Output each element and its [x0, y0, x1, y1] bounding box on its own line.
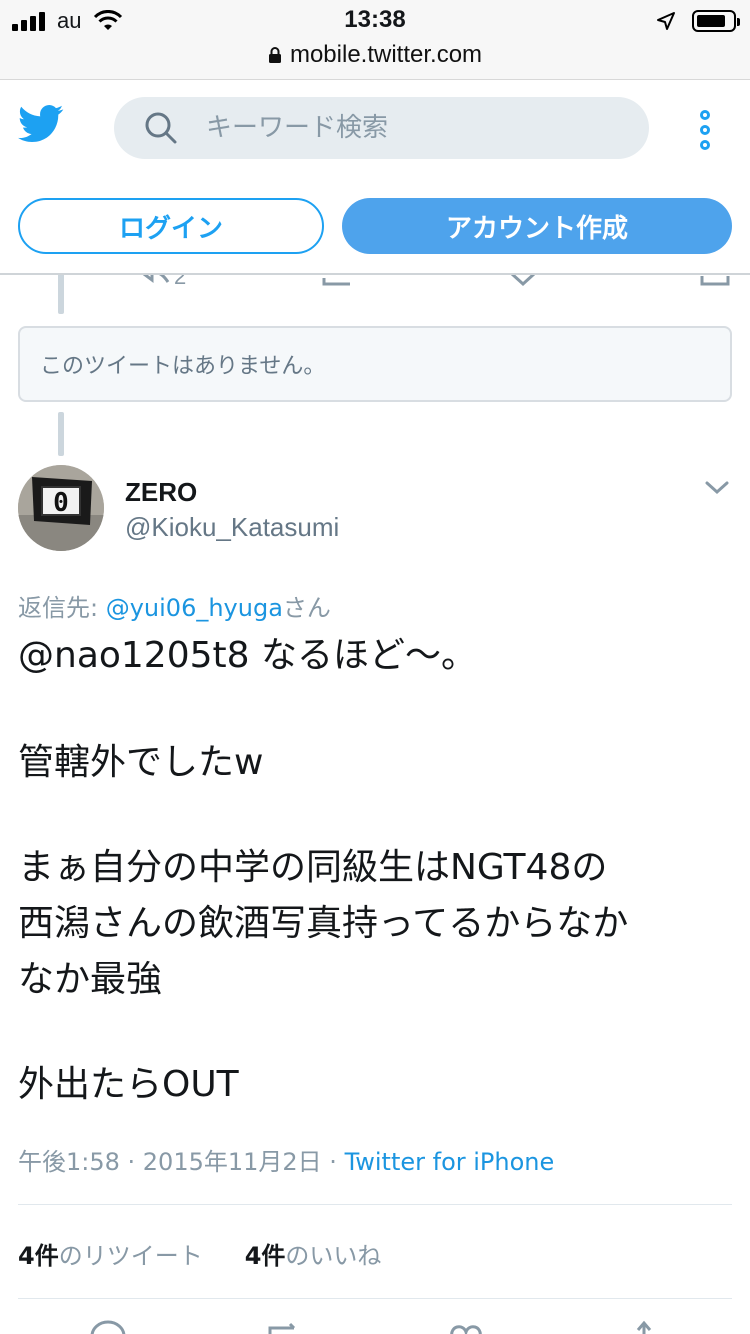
chevron-down-icon[interactable] — [704, 480, 730, 496]
tweet-line: まぁ自分の中学の同級生はNGT48の — [18, 847, 608, 888]
author-name[interactable]: ZERO — [125, 477, 197, 508]
page: au 13:38 mobile.twitter.com 2 このツイートはありま… — [0, 0, 750, 1334]
reply-prefix: 返信先: — [18, 594, 106, 622]
more-options-icon[interactable] — [696, 110, 714, 150]
likes-label: のいいね — [285, 1242, 382, 1270]
retweets-count: 4件 — [18, 1242, 59, 1270]
tweet-line: @nao1205t8 なるほど〜。 — [18, 635, 477, 676]
retweet-icon[interactable] — [264, 1318, 304, 1334]
tweet-meta: 午後1:58 · 2015年11月2日 · Twitter for iPhone — [18, 1142, 554, 1177]
retweets-stat[interactable]: 4件のリツイート — [18, 1236, 203, 1271]
share-icon[interactable] — [632, 1318, 656, 1334]
like-icon[interactable] — [448, 1318, 484, 1334]
search-bar[interactable] — [114, 97, 649, 159]
tweet-line: 外出たらOUT — [18, 1064, 239, 1105]
url-bar[interactable]: mobile.twitter.com — [0, 40, 750, 80]
unavailable-text: このツイートはありません。 — [40, 354, 326, 379]
tweet-stats: 4件のリツイート 4件のいいね — [18, 1236, 381, 1271]
tweet-timestamp: 午後1:58 · 2015年11月2日 · — [18, 1148, 345, 1176]
signup-button[interactable]: アカウント作成 — [342, 198, 732, 254]
avatar-label: 0 — [53, 488, 69, 518]
tweet-line: なか最強 — [18, 959, 163, 1000]
search-input[interactable] — [206, 113, 606, 143]
reply-context: 返信先: @yui06_hyugaさん — [18, 588, 331, 623]
twitter-logo-icon[interactable] — [18, 104, 64, 144]
status-right — [656, 8, 740, 34]
tweet-line: 管轄外でしたw — [18, 742, 264, 783]
reply-suffix: さん — [282, 594, 331, 622]
retweets-label: のリツイート — [58, 1242, 203, 1270]
search-icon — [145, 112, 177, 144]
reply-mention-link[interactable]: @yui06_hyuga — [106, 594, 283, 622]
tweet-source-link[interactable]: Twitter for iPhone — [345, 1148, 555, 1176]
divider — [18, 1298, 732, 1299]
location-arrow-icon — [657, 12, 675, 30]
battery-icon — [692, 10, 740, 32]
tweet-line: 西潟さんの飲酒写真持ってるからなか — [18, 903, 629, 944]
status-time: 13:38 — [344, 6, 406, 33]
divider — [18, 1204, 732, 1205]
reply-icon[interactable] — [88, 1318, 128, 1334]
unavailable-tweet-notice: このツイートはありません。 — [18, 326, 732, 402]
login-button[interactable]: ログイン — [18, 198, 324, 254]
thread-connector-bottom — [58, 412, 64, 456]
avatar[interactable]: 0 — [18, 465, 104, 551]
url-text: mobile.twitter.com — [289, 41, 483, 68]
thread-connector-top — [58, 270, 64, 314]
status-bar: au 13:38 — [0, 0, 750, 40]
likes-count: 4件 — [244, 1242, 286, 1270]
lock-icon — [268, 47, 281, 63]
author-handle[interactable]: @Kioku_Katasumi — [125, 512, 339, 543]
avatar-image: 0 — [18, 465, 104, 551]
likes-stat[interactable]: 4件のいいね — [245, 1236, 382, 1271]
